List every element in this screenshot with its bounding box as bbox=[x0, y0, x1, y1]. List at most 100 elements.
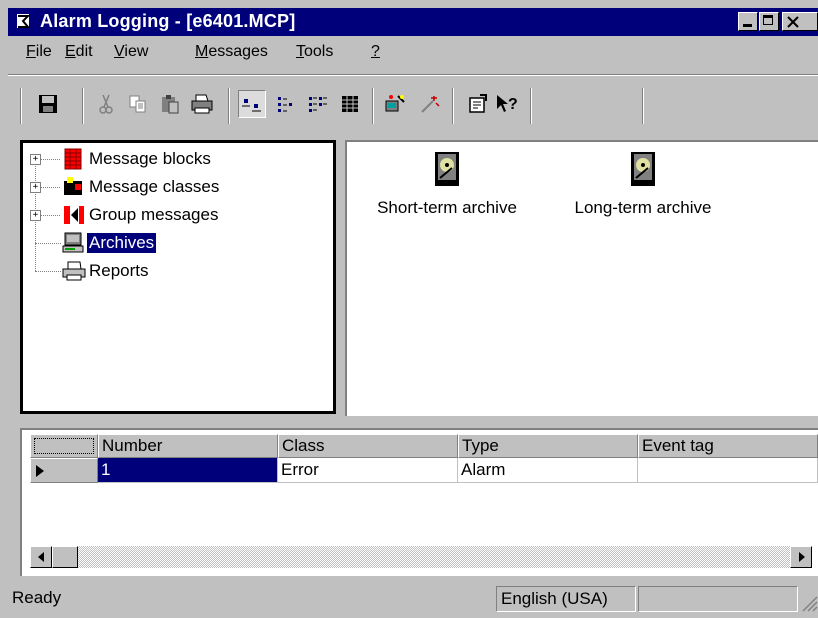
menu-file[interactable]: File bbox=[26, 43, 52, 61]
copy-icon bbox=[129, 95, 146, 113]
menu-messages[interactable]: Messages bbox=[195, 43, 268, 61]
toolbar-separator bbox=[372, 88, 374, 124]
menu-edit[interactable]: Edit bbox=[65, 43, 93, 61]
grid-corner-header[interactable] bbox=[30, 434, 98, 458]
tree-item-message-blocks[interactable]: Message blocks bbox=[61, 147, 213, 171]
toolbar: ? bbox=[12, 84, 818, 132]
magic-wand-icon bbox=[421, 96, 440, 113]
menu-help[interactable]: ? bbox=[371, 43, 380, 61]
archives-icon bbox=[62, 232, 84, 253]
tree-item-archives[interactable]: Archives bbox=[61, 231, 157, 255]
archive-label: Long-term archive bbox=[574, 198, 712, 217]
cut-button[interactable] bbox=[92, 90, 120, 118]
tree-item-message-classes[interactable]: Message classes bbox=[61, 175, 221, 199]
toolbar-separator bbox=[82, 88, 84, 124]
large-icons-view-button[interactable] bbox=[238, 90, 266, 118]
scroll-track[interactable] bbox=[78, 546, 790, 568]
archive-disk-icon bbox=[631, 152, 655, 186]
cell-event-tag[interactable] bbox=[638, 458, 818, 483]
message-blocks-icon bbox=[64, 148, 82, 170]
list-view-button[interactable] bbox=[304, 90, 332, 118]
tree-item-reports[interactable]: Reports bbox=[61, 259, 151, 283]
menu-bar: File Edit View Messages Tools ? bbox=[8, 37, 818, 67]
properties-button[interactable] bbox=[464, 90, 492, 118]
cell-type[interactable]: Alarm bbox=[458, 458, 638, 483]
scroll-thumb[interactable] bbox=[52, 546, 78, 568]
short-term-archive-item[interactable]: Short-term archive bbox=[369, 150, 525, 218]
current-row-arrow-icon bbox=[36, 465, 44, 477]
large-icons-view-icon bbox=[242, 99, 261, 112]
tree-line bbox=[40, 187, 60, 188]
tree-line bbox=[35, 243, 36, 271]
archive-view[interactable]: Short-term archive Long-term archive bbox=[345, 140, 818, 416]
column-header-event-tag[interactable]: Event tag bbox=[638, 434, 818, 458]
scroll-left-button[interactable] bbox=[30, 546, 52, 568]
close-button[interactable] bbox=[782, 12, 818, 31]
paste-icon bbox=[162, 95, 179, 114]
status-pane bbox=[638, 586, 798, 612]
close-icon bbox=[787, 16, 799, 28]
cell-number[interactable]: 1 bbox=[98, 458, 278, 483]
list-view-icon bbox=[309, 97, 327, 112]
print-button[interactable] bbox=[188, 90, 216, 118]
archive-label: Short-term archive bbox=[377, 198, 517, 217]
save-button[interactable] bbox=[34, 90, 62, 118]
toolbar-separator bbox=[642, 88, 644, 124]
details-view-icon bbox=[342, 96, 358, 112]
title-bar[interactable]: Alarm Logging - [e6401.MCP] bbox=[8, 8, 818, 36]
cell-class[interactable]: Error bbox=[278, 458, 458, 483]
wizard-button[interactable] bbox=[382, 90, 410, 118]
menu-view[interactable]: View bbox=[114, 43, 148, 61]
column-header-class[interactable]: Class bbox=[278, 434, 458, 458]
arrow-right-icon bbox=[799, 552, 805, 562]
expand-toggle[interactable]: + bbox=[30, 210, 41, 221]
properties-icon bbox=[469, 94, 487, 113]
tree-item-label: Message blocks bbox=[89, 149, 211, 168]
resize-grip-icon[interactable] bbox=[800, 594, 818, 612]
cut-icon bbox=[99, 94, 113, 114]
navigation-tree[interactable]: + + + Message blocks Message classes Gro… bbox=[20, 140, 336, 414]
status-text: Ready bbox=[12, 588, 62, 607]
row-header[interactable] bbox=[30, 458, 98, 483]
status-bar: Ready English (USA) bbox=[8, 584, 818, 614]
tree-item-label: Message classes bbox=[89, 177, 220, 196]
tree-line bbox=[35, 243, 61, 244]
paste-button[interactable] bbox=[156, 90, 184, 118]
status-language: English (USA) bbox=[496, 586, 636, 612]
group-messages-icon bbox=[64, 206, 84, 224]
message-classes-icon bbox=[64, 177, 82, 195]
long-term-archive-item[interactable]: Long-term archive bbox=[561, 150, 725, 218]
tree-item-label: Reports bbox=[89, 261, 149, 280]
column-header-type[interactable]: Type bbox=[458, 434, 638, 458]
scroll-right-button[interactable] bbox=[790, 546, 812, 568]
maximize-button[interactable] bbox=[759, 12, 779, 31]
toolbar-separator bbox=[228, 88, 230, 124]
context-help-button[interactable]: ? bbox=[494, 90, 522, 118]
tree-line bbox=[40, 159, 60, 160]
column-header-number[interactable]: Number bbox=[98, 434, 278, 458]
tree-item-label: Archives bbox=[87, 233, 157, 253]
toolbar-separator bbox=[452, 88, 454, 124]
app-icon[interactable] bbox=[14, 12, 34, 32]
tree-item-group-messages[interactable]: Group messages bbox=[61, 203, 220, 227]
expand-toggle[interactable]: + bbox=[30, 154, 41, 165]
wizard-icon bbox=[385, 95, 405, 112]
details-view-button[interactable] bbox=[336, 90, 364, 118]
copy-button[interactable] bbox=[124, 90, 152, 118]
toolbar-grip bbox=[20, 88, 22, 124]
menu-tools[interactable]: Tools bbox=[296, 43, 333, 61]
small-icons-view-button[interactable] bbox=[272, 90, 300, 118]
archive-disk-icon bbox=[435, 152, 459, 186]
expand-toggle[interactable]: + bbox=[30, 182, 41, 193]
context-help-icon: ? bbox=[497, 95, 518, 113]
tree-line bbox=[35, 159, 36, 255]
tree-line bbox=[40, 215, 60, 216]
arrow-left-icon bbox=[38, 552, 44, 562]
horizontal-scrollbar[interactable] bbox=[20, 546, 818, 570]
tree-item-label: Group messages bbox=[89, 205, 219, 224]
window-title: Alarm Logging - [e6401.MCP] bbox=[40, 11, 296, 31]
save-icon bbox=[39, 95, 57, 113]
minimize-button[interactable] bbox=[738, 12, 758, 31]
reports-icon bbox=[62, 261, 86, 281]
magic-wand-button[interactable] bbox=[416, 90, 444, 118]
